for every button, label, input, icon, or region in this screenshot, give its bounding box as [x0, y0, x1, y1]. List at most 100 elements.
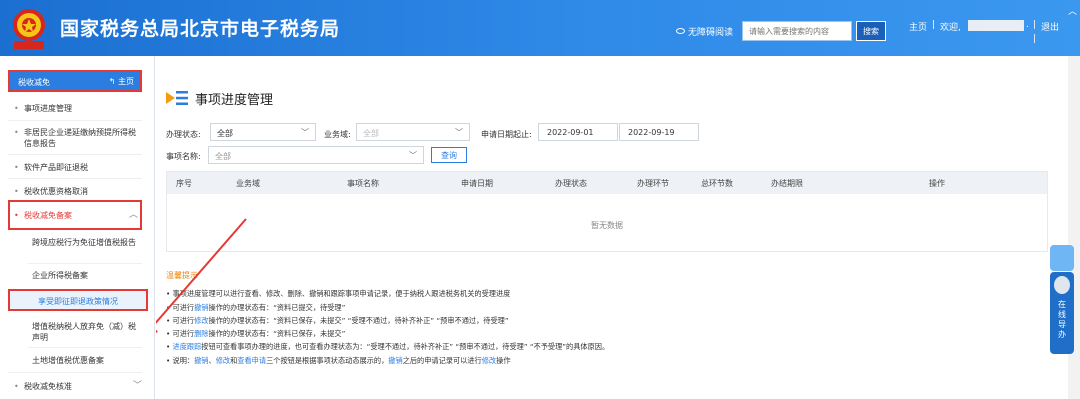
tip-item: • 事项进度管理可以进行查看、修改、删除、撤销和跟踪事项申请记录，便于纳税人跟进…	[166, 289, 510, 299]
column-header: 总环节数	[701, 179, 733, 188]
column-header: 操作	[929, 179, 945, 188]
site-title: 国家税务总局北京市电子税务局	[60, 18, 341, 40]
list-icon	[166, 91, 188, 105]
header-dot: .	[1026, 20, 1029, 30]
tip-text: 可进行	[172, 329, 195, 338]
online-guide-button[interactable]: 在线导办	[1050, 272, 1074, 354]
tip-link[interactable]: 撤销	[194, 356, 208, 365]
tip-link[interactable]: 修改	[216, 356, 230, 365]
emblem-icon	[13, 9, 45, 49]
header-separator: |	[1033, 20, 1037, 30]
divider	[8, 120, 142, 121]
tip-text: 可进行	[172, 303, 195, 312]
column-header: 事项名称	[347, 179, 379, 188]
tip-text: 可进行	[172, 316, 195, 325]
tip-text: 操作	[496, 356, 511, 365]
tip-text: 按钮可查看事项办理的进度，也可查看办理状态为：“受理不通过，待补齐补正” “预审…	[201, 342, 610, 351]
username-redacted	[968, 20, 1024, 31]
bullet-icon: •	[14, 163, 19, 172]
guide-avatar-icon	[1054, 276, 1070, 294]
sidebar-item-label: 软件产品即征退税	[24, 163, 88, 172]
customer-service-icon[interactable]	[1050, 245, 1074, 271]
sidebar-group-filing[interactable]: • 税收减免备案 ︿	[8, 200, 142, 230]
sidebar-subitem-land-vat[interactable]: 土地增值税优惠备案	[32, 355, 140, 366]
tip-link[interactable]: 进度跟踪	[173, 342, 202, 351]
chevron-down-icon: ﹀	[409, 151, 417, 160]
chevron-down-icon: ﹀	[132, 381, 142, 391]
search-button[interactable]: 搜索	[856, 21, 886, 41]
tip-text: 操作的办理状态有：“资料已保存，未提交” “受理不通过，待补齐补正” “预审不通…	[208, 316, 509, 325]
sidebar-group-label: 税收减免备案	[24, 211, 72, 220]
tip-link[interactable]: 删除	[194, 329, 208, 338]
divider	[28, 347, 142, 348]
sidebar-subitem-vat-waiver[interactable]: 增值税纳税人放弃免（减）税声明	[32, 321, 140, 343]
sidebar-header[interactable]: 税收减免 ↰ 主页	[8, 70, 142, 92]
home-link[interactable]: 主页	[909, 20, 927, 33]
sidebar-subitem-cit-filing[interactable]: 企业所得税备案	[32, 270, 140, 281]
query-button[interactable]: 查询	[431, 147, 467, 163]
results-table: 序号 业务域 事项名称 申请日期 办理状态 办理环节 总环节数 办结期限 操作 …	[166, 171, 1048, 252]
tip-link[interactable]: 修改	[482, 356, 496, 365]
sidebar-home-label: 主页	[118, 77, 134, 86]
divider	[8, 178, 142, 179]
column-header: 序号	[176, 179, 192, 188]
bullet-icon: •	[14, 187, 19, 196]
status-select-value: 全部	[217, 129, 233, 138]
accessibility-link[interactable]: 无障碍阅读	[676, 25, 733, 38]
column-header: 办理状态	[555, 179, 587, 188]
page-title: 事项进度管理	[195, 93, 274, 108]
tip-text: 三个按钮是根据事项状态动态展示的，	[266, 356, 389, 365]
sidebar-header-title: 税收减免	[18, 78, 50, 87]
sidebar-item-label: 非居民企业递延缴纳预提所得税信息报告	[24, 128, 136, 148]
tip-link[interactable]: 撤销	[194, 303, 208, 312]
tip-text: 说明：	[172, 356, 195, 365]
sidebar-subitem-immediate-refund[interactable]: 享受即征即退政策情况	[8, 289, 148, 311]
status-select[interactable]: 全部 ﹀	[210, 123, 316, 141]
back-arrow-icon: ↰	[108, 77, 116, 86]
divider	[28, 263, 142, 264]
table-header: 序号 业务域 事项名称 申请日期 办理状态 办理环节 总环节数 办结期限 操作	[167, 172, 1047, 194]
tip-text: 操作的办理状态有：“资料已保存，未提交”	[208, 329, 346, 338]
column-header: 申请日期	[461, 179, 493, 188]
empty-state: 暂无数据	[591, 221, 623, 230]
tip-text: 事项进度管理可以进行查看、修改、删除、撤销和跟踪事项申请记录，便于纳税人跟进税务…	[172, 289, 511, 298]
sidebar-item-label: 事项进度管理	[24, 104, 72, 113]
tip-link[interactable]: 修改	[194, 316, 208, 325]
tip-item: • 进度跟踪按钮可查看事项办理的进度，也可查看办理状态为：“受理不通过，待补齐补…	[166, 342, 609, 352]
item-name-label: 事项名称:	[166, 152, 201, 161]
sidebar-subitem-cross-border[interactable]: 跨境应税行为免征增值税报告	[32, 237, 140, 248]
item-name-select-value: 全部	[215, 152, 231, 161]
logout-link[interactable]: 退出	[1041, 20, 1059, 33]
bullet-icon: •	[14, 104, 19, 113]
tip-text: 操作的办理状态有：“资料已提交，待受理”	[208, 303, 346, 312]
divider	[8, 372, 142, 373]
tip-link[interactable]: 查看申请	[237, 356, 266, 365]
bullet-icon: •	[14, 128, 19, 137]
main-content: 事项进度管理 办理状态: 全部 ﹀ 业务域: 全部 ﹀ 申请日期起止: 2022…	[156, 56, 1064, 399]
chevron-up-icon: ︿	[128, 210, 138, 220]
scroll-up-icon[interactable]: ︿	[1068, 4, 1077, 17]
bullet-icon: •	[14, 382, 19, 391]
domain-select[interactable]: 全部 ﹀	[356, 123, 470, 141]
tip-text: 、	[208, 356, 216, 365]
status-label: 办理状态:	[166, 130, 201, 139]
date-range-label: 申请日期起止:	[481, 130, 532, 139]
domain-select-value: 全部	[363, 129, 379, 138]
eye-icon	[676, 28, 685, 34]
sidebar-item-label: 税收优惠资格取消	[24, 187, 88, 196]
chevron-down-icon: ﹀	[301, 128, 309, 137]
accessibility-label: 无障碍阅读	[688, 28, 734, 38]
search-input[interactable]	[742, 21, 852, 41]
tip-item: • 可进行修改操作的办理状态有：“资料已保存，未提交” “受理不通过，待补齐补正…	[166, 316, 509, 326]
header-separator: |	[932, 20, 936, 30]
sidebar-home-link[interactable]: ↰ 主页	[109, 76, 134, 87]
item-name-select[interactable]: 全部 ﹀	[208, 146, 424, 164]
column-header: 办理环节	[637, 179, 669, 188]
sidebar-subitem-label: 享受即征即退政策情况	[38, 297, 118, 306]
tip-link[interactable]: 撤销	[388, 356, 402, 365]
date-to-input[interactable]: 2022-09-19	[619, 123, 699, 141]
date-from-input[interactable]: 2022-09-01	[538, 123, 618, 141]
sidebar-item-label: 税收减免核准	[24, 382, 72, 391]
welcome-text: 欢迎,	[940, 23, 961, 33]
tips-title: 温馨提示	[166, 271, 198, 280]
